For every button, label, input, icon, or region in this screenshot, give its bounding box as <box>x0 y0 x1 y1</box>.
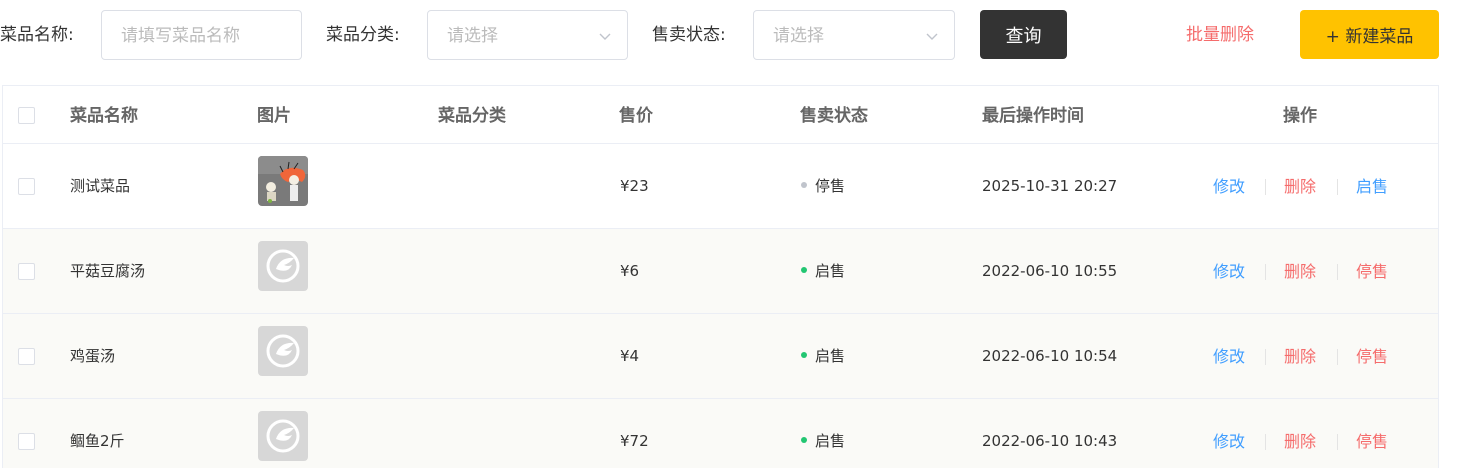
dish-name-label: 菜品名称: <box>0 25 74 45</box>
row-checkbox[interactable] <box>18 178 35 195</box>
toggle-sale-button[interactable]: 停售 <box>1356 346 1388 368</box>
toggle-sale-button[interactable]: 停售 <box>1356 431 1388 453</box>
last-updated: 2022-06-10 10:43 <box>982 432 1118 450</box>
dish-table: 菜品名称 图片 菜品分类 售价 售卖状态 最后操作时间 操作 测试菜品 ¥23 … <box>2 85 1439 468</box>
edit-button[interactable]: 修改 <box>1213 176 1245 198</box>
category-label: 菜品分类: <box>326 25 400 45</box>
dish-name: 平菇豆腐汤 <box>70 262 146 280</box>
status-dot <box>801 351 807 358</box>
header-actions: 操作 <box>1283 106 1317 126</box>
header-dish-name: 菜品名称 <box>70 106 138 126</box>
divider <box>1265 434 1266 450</box>
sale-status-text: 启售 <box>815 262 846 280</box>
header-category: 菜品分类 <box>438 106 506 126</box>
last-updated: 2022-06-10 10:55 <box>982 262 1118 280</box>
sale-status: 停售 <box>801 175 845 197</box>
sale-status-text: 启售 <box>815 432 846 450</box>
new-dish-button[interactable]: + 新建菜品 <box>1300 10 1439 59</box>
dish-price: ¥23 <box>620 177 649 195</box>
sale-status-text: 停售 <box>815 177 846 195</box>
batch-delete-button[interactable]: 批量删除 <box>1186 24 1254 46</box>
query-button[interactable]: 查询 <box>980 10 1067 59</box>
sale-status-placeholder: 请选择 <box>773 26 824 46</box>
dish-price: ¥72 <box>620 432 649 450</box>
delete-button[interactable]: 删除 <box>1284 431 1316 453</box>
divider <box>1265 264 1266 280</box>
table-row: 鸡蛋汤 ¥4 启售 2022-06-10 10:54 修改 删除 停售 <box>3 314 1438 399</box>
select-all-checkbox[interactable] <box>18 107 35 124</box>
header-price: 售价 <box>619 106 653 126</box>
status-dot <box>801 181 807 188</box>
divider <box>1337 349 1338 365</box>
toggle-sale-button[interactable]: 停售 <box>1356 261 1388 283</box>
edit-button[interactable]: 修改 <box>1213 261 1245 283</box>
edit-button[interactable]: 修改 <box>1213 346 1245 368</box>
sale-status-select[interactable]: 请选择 <box>753 10 955 60</box>
delete-button[interactable]: 删除 <box>1284 176 1316 198</box>
dish-name-input[interactable]: 请填写菜品名称 <box>101 10 302 60</box>
divider <box>1337 264 1338 280</box>
chevron-down-icon <box>926 33 938 40</box>
table-header: 菜品名称 图片 菜品分类 售价 售卖状态 最后操作时间 操作 <box>3 86 1438 144</box>
status-dot <box>801 266 807 273</box>
chevron-down-icon <box>599 33 611 40</box>
row-checkbox[interactable] <box>18 263 35 280</box>
row-checkbox[interactable] <box>18 433 35 450</box>
header-image: 图片 <box>257 106 291 126</box>
dish-placeholder-image <box>258 411 308 461</box>
row-checkbox[interactable] <box>18 348 35 365</box>
table-row: 测试菜品 ¥23 停售 2025-10-31 20:27 修改 删除 启售 <box>3 144 1438 229</box>
divider <box>1337 434 1338 450</box>
category-placeholder: 请选择 <box>447 26 498 46</box>
sale-status-text: 启售 <box>815 347 846 365</box>
dish-name: 鲴鱼2斤 <box>70 432 125 450</box>
table-row: 平菇豆腐汤 ¥6 启售 2022-06-10 10:55 修改 删除 停售 <box>3 229 1438 314</box>
last-updated: 2022-06-10 10:54 <box>982 347 1118 365</box>
dish-name: 测试菜品 <box>70 177 131 195</box>
status-dot <box>801 436 807 443</box>
divider <box>1265 179 1266 195</box>
edit-button[interactable]: 修改 <box>1213 431 1245 453</box>
delete-button[interactable]: 删除 <box>1284 346 1316 368</box>
header-sale-status: 售卖状态 <box>800 106 868 126</box>
last-updated: 2025-10-31 20:27 <box>982 177 1118 195</box>
dish-placeholder-image <box>258 241 308 291</box>
divider <box>1337 179 1338 195</box>
dish-name-placeholder: 请填写菜品名称 <box>121 26 240 46</box>
toggle-sale-button[interactable]: 启售 <box>1356 176 1388 198</box>
table-row: 鲴鱼2斤 ¥72 启售 2022-06-10 10:43 修改 删除 停售 <box>3 399 1438 468</box>
dish-price: ¥6 <box>620 262 640 280</box>
sale-status: 启售 <box>801 345 845 367</box>
sale-status: 启售 <box>801 260 845 282</box>
dish-name: 鸡蛋汤 <box>70 347 116 365</box>
delete-button[interactable]: 删除 <box>1284 261 1316 283</box>
category-select[interactable]: 请选择 <box>427 10 628 60</box>
dish-placeholder-image <box>258 326 308 376</box>
header-last-updated: 最后操作时间 <box>982 106 1084 126</box>
sale-status: 启售 <box>801 430 845 452</box>
dish-photo <box>258 156 308 206</box>
divider <box>1265 349 1266 365</box>
sale-status-label: 售卖状态: <box>652 25 726 45</box>
filter-bar: 菜品名称: 请填写菜品名称 菜品分类: 请选择 售卖状态: 请选择 查询 批量删… <box>0 0 1465 70</box>
dish-price: ¥4 <box>620 347 640 365</box>
